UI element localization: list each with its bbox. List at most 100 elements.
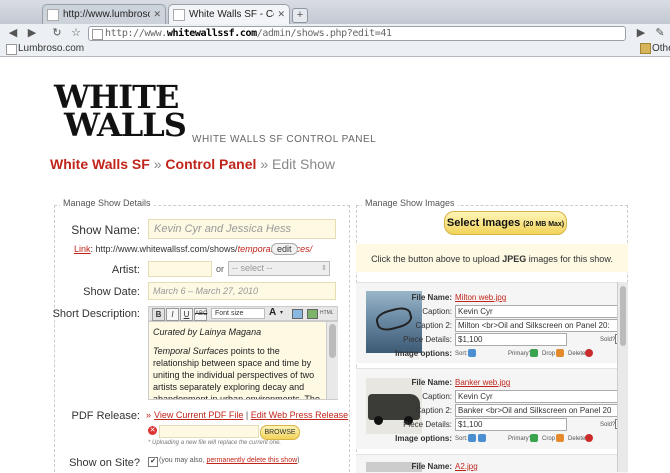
- tab-title: http://www.lumbroso.com/t: [63, 9, 151, 20]
- strikethrough-button[interactable]: ABC: [194, 308, 207, 321]
- scrollbar-thumb[interactable]: [620, 286, 626, 346]
- forward-icon[interactable]: ▶: [25, 26, 39, 40]
- favicon-icon: [173, 8, 185, 21]
- pdf-file-input[interactable]: [159, 425, 259, 438]
- pdf-separator: |: [245, 410, 249, 420]
- image-icon[interactable]: [307, 309, 318, 319]
- underline-button[interactable]: U: [180, 308, 193, 321]
- breadcrumb-home[interactable]: White Walls SF: [50, 156, 150, 172]
- edit-link-button[interactable]: edit: [271, 243, 298, 255]
- show-name-value: Kevin Cyr and Jessica Hess: [154, 223, 291, 235]
- show-on-site-label: Show on Site?: [69, 457, 140, 469]
- star-icon[interactable]: ☆: [69, 26, 83, 40]
- delete-show-link[interactable]: permanently delete this show: [206, 457, 297, 464]
- show-on-site-checkbox[interactable]: ✔: [148, 457, 158, 467]
- piece-details-input[interactable]: $1,100: [455, 418, 567, 431]
- page-icon: [92, 29, 103, 40]
- description-line-1: Curated by Lainya Magana: [153, 327, 262, 337]
- primary-icon[interactable]: [530, 349, 538, 357]
- caption-label: Caption:: [422, 392, 452, 401]
- image-options-label: Image options:: [395, 349, 452, 358]
- link-base: : http://www.whitewallssf.com/shows/: [90, 244, 238, 254]
- close-icon[interactable]: ✕: [277, 9, 285, 20]
- browse-button[interactable]: BROWSE: [260, 425, 300, 440]
- sort-down-icon[interactable]: [478, 434, 486, 442]
- url-prefix: http://www.: [105, 28, 167, 39]
- italic-button[interactable]: I: [166, 308, 179, 321]
- panel-title: WHITE WALLS SF CONTROL PANEL: [192, 134, 377, 145]
- link-icon[interactable]: [292, 309, 303, 319]
- pdf-links: View Current PDF File | Edit Web Press R…: [154, 410, 348, 420]
- sort-up-icon[interactable]: [468, 434, 476, 442]
- delete-label: Delete: [568, 351, 586, 357]
- artist-select-value: -- select --: [232, 263, 273, 273]
- favicon-icon: [47, 8, 59, 21]
- file-name-label: File Name:: [411, 378, 452, 387]
- artist-select[interactable]: -- select -- ⇕: [228, 261, 330, 276]
- new-tab-button[interactable]: +: [292, 8, 308, 23]
- show-images-legend: Manage Show Images: [362, 198, 458, 208]
- caption-input[interactable]: Kevin Cyr: [455, 390, 625, 403]
- scrollbar-thumb[interactable]: [329, 324, 336, 358]
- back-icon[interactable]: ◀: [6, 26, 20, 40]
- show-details-legend: Manage Show Details: [60, 198, 154, 208]
- show-name-input[interactable]: Kevin Cyr and Jessica Hess: [148, 219, 336, 239]
- select-images-button[interactable]: Select Images (20 MB Max): [444, 211, 567, 235]
- show-on-site-note: (you may also, permanently delete this s…: [159, 457, 300, 464]
- primary-icon[interactable]: [530, 434, 538, 442]
- bookmark-lumbroso[interactable]: Lumbroso.com: [18, 43, 84, 54]
- tab-lumbroso[interactable]: http://www.lumbroso.com/t ✕: [42, 4, 166, 24]
- file-name-link[interactable]: Banker web.jpg: [455, 378, 510, 387]
- breadcrumb-separator: »: [153, 156, 162, 172]
- crop-icon[interactable]: [556, 434, 564, 442]
- close-icon[interactable]: ✕: [153, 9, 161, 20]
- file-name-label: File Name:: [411, 293, 452, 302]
- remove-file-icon[interactable]: ✕: [148, 426, 157, 435]
- file-name-link[interactable]: Milton web.jpg: [455, 293, 506, 302]
- description-scrollbar[interactable]: [326, 322, 338, 399]
- file-name-label: File Name:: [411, 462, 452, 471]
- font-size-select[interactable]: Font size: [211, 308, 265, 319]
- rich-text-toolbar: B I U ABC Font size A ▾ HTML: [148, 306, 338, 321]
- images-scrollbar[interactable]: [617, 282, 628, 472]
- view-pdf-link[interactable]: View Current PDF File: [154, 410, 243, 420]
- delete-label: Delete: [568, 436, 586, 442]
- edit-press-release-link[interactable]: Edit Web Press Release: [251, 410, 348, 420]
- piece-details-label: Piece Details:: [403, 335, 452, 344]
- artist-input[interactable]: [148, 261, 212, 277]
- select-arrows-icon: ⇕: [321, 265, 327, 272]
- show-name-label: Show Name:: [71, 223, 140, 237]
- reload-icon[interactable]: ↻: [50, 26, 64, 40]
- folder-icon: [640, 43, 651, 54]
- sold-label: Sold?: [600, 422, 616, 428]
- sort-icon[interactable]: [468, 349, 476, 357]
- link-label[interactable]: Link: [74, 244, 91, 254]
- show-date-label: Show Date:: [83, 286, 140, 298]
- chevron-down-icon[interactable]: ▾: [280, 309, 283, 316]
- text-color-icon[interactable]: A: [269, 307, 276, 318]
- tab-whitewalls[interactable]: White Walls SF - Control Panel ✕: [168, 4, 290, 24]
- show-date-input[interactable]: March 6 – March 27, 2010: [148, 282, 336, 300]
- bold-button[interactable]: B: [152, 308, 165, 321]
- breadcrumb-separator: »: [260, 156, 269, 172]
- artist-or-text: or: [216, 264, 225, 274]
- address-bar[interactable]: http://www.whitewallssf.com/admin/shows.…: [88, 26, 626, 41]
- drop-icon[interactable]: [556, 349, 564, 357]
- caption2-input[interactable]: Banker <br>Oil and Silkscreen on Panel 2…: [455, 404, 625, 417]
- delete-icon[interactable]: [585, 434, 593, 442]
- caption2-label: Caption 2:: [415, 406, 452, 415]
- other-bookmarks[interactable]: Other: [652, 43, 670, 54]
- white-walls-logo[interactable]: WHITE WALLS: [50, 78, 187, 144]
- caption2-input[interactable]: Milton <br>Oil and Silkscreen on Panel 2…: [455, 319, 625, 332]
- breadcrumb-panel[interactable]: Control Panel: [165, 156, 256, 172]
- piece-details-input[interactable]: $1,100: [455, 333, 567, 346]
- breadcrumb-current: Edit Show: [272, 156, 336, 172]
- sold-label: Sold?: [600, 337, 616, 343]
- page-menu-icon[interactable]: ▶: [634, 26, 648, 40]
- wrench-icon[interactable]: ✎: [653, 26, 667, 40]
- caption-input[interactable]: Kevin Cyr: [455, 305, 625, 318]
- description-editor[interactable]: Curated by Lainya Magana Temporal Surfac…: [148, 321, 338, 400]
- file-name-link[interactable]: A2.jpg: [455, 462, 478, 471]
- html-button[interactable]: HTML: [320, 310, 334, 316]
- delete-icon[interactable]: [585, 349, 593, 357]
